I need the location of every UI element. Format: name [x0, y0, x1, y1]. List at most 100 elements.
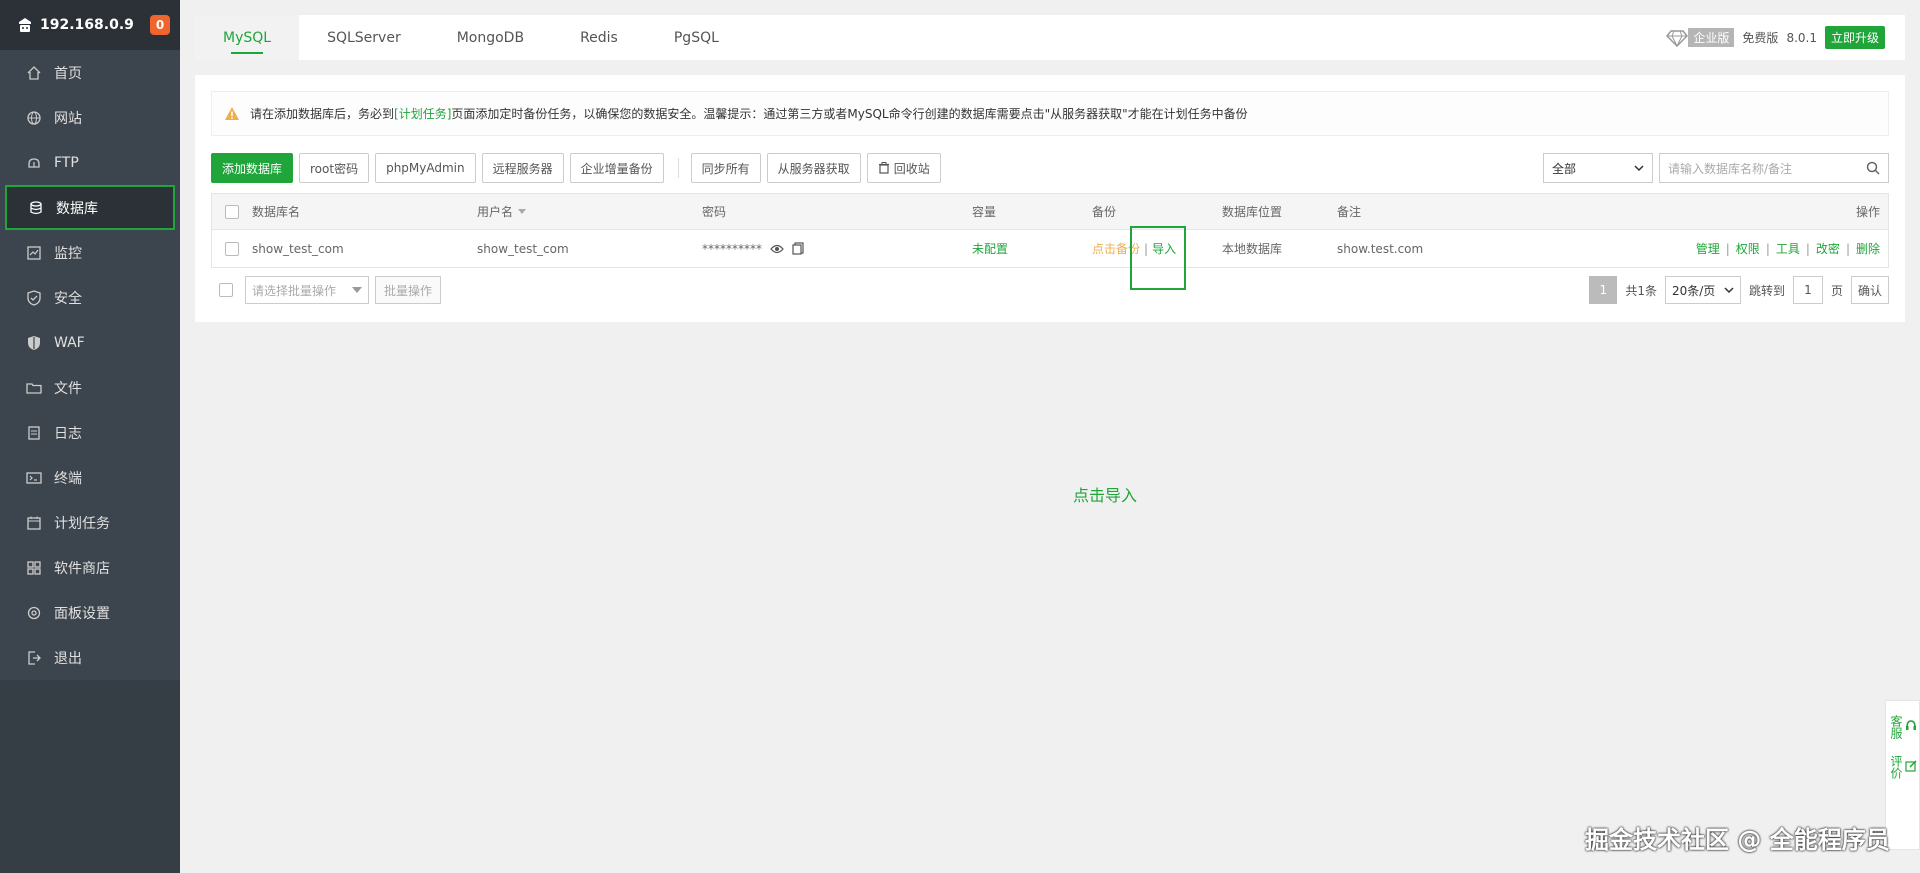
select-all-checkbox[interactable]: [225, 204, 239, 219]
row-username: show_test_com: [477, 241, 569, 256]
row-checkbox[interactable]: [225, 241, 239, 256]
ftp-icon: [26, 155, 42, 171]
edition-info: 企业版 免费版 8.0.1 立即升级: [1666, 26, 1905, 49]
sidebar-item-1[interactable]: 网站: [0, 95, 180, 140]
sidebar-item-10[interactable]: 计划任务: [0, 500, 180, 545]
toolbar-divider: [677, 158, 679, 178]
sidebar-item-3[interactable]: 数据库: [5, 185, 175, 230]
search-input[interactable]: 请输入数据库名称/备注: [1659, 153, 1889, 183]
sidebar-item-label: 网站: [54, 110, 82, 127]
import-link[interactable]: 导入: [1152, 240, 1176, 257]
sidebar-item-2[interactable]: FTP: [0, 140, 180, 185]
tools-link[interactable]: 工具: [1776, 240, 1800, 257]
sidebar-item-11[interactable]: 软件商店: [0, 545, 180, 590]
batch-operation-button[interactable]: 批量操作: [375, 276, 442, 304]
manage-link[interactable]: 管理: [1696, 240, 1720, 257]
backup-alert: 请在添加数据库后，务必到 [计划任务] 页面添加定时备份任务，以确保您的数据安全。温…: [211, 91, 1889, 136]
filter-select[interactable]: 全部: [1543, 153, 1653, 183]
row-capacity[interactable]: 未配置: [972, 240, 1092, 257]
sidebar-item-label: 数据库: [56, 200, 98, 217]
phpmyadmin-button[interactable]: phpMyAdmin: [375, 153, 476, 183]
sidebar-item-5[interactable]: 安全: [0, 275, 180, 320]
enterprise-badge[interactable]: 企业版: [1666, 28, 1735, 47]
page-number[interactable]: 1: [1589, 276, 1618, 304]
row-db-name[interactable]: show_test_com: [252, 242, 477, 256]
sort-icon[interactable]: [518, 209, 527, 214]
confirm-jump-button[interactable]: 确认: [1850, 276, 1889, 304]
warning-icon: [225, 106, 239, 120]
sidebar-item-13[interactable]: 退出: [0, 635, 180, 680]
headset-icon: [1906, 720, 1916, 730]
recycle-bin-label: 回收站: [893, 161, 930, 176]
remote-server-button[interactable]: 远程服务器: [481, 153, 564, 183]
table-header: 数据库名 用户名 密码 容量 备份 数据库位置 备注 操作: [212, 194, 1888, 230]
upgrade-button[interactable]: 立即升级: [1824, 26, 1885, 49]
database-panel: 请在添加数据库后，务必到 [计划任务] 页面添加定时备份任务，以确保您的数据安全。温…: [195, 75, 1905, 322]
sidebar-item-12[interactable]: 面板设置: [0, 590, 180, 635]
sidebar: 192.168.0.9 0 首页网站 FTP 数据库监控安全 WAF 文件日志终端计划任…: [0, 0, 180, 873]
header-ops: 操作: [1855, 205, 1880, 219]
folder-icon: [26, 380, 42, 396]
add-database-button[interactable]: 添加数据库: [211, 153, 294, 183]
per-page-value: 20条/页: [1671, 283, 1716, 298]
floating-sidebar: 客服 评价: [1885, 700, 1920, 850]
sidebar-item-9[interactable]: 终端: [0, 455, 180, 500]
sidebar-item-6[interactable]: WAF: [0, 320, 180, 365]
tab-redis[interactable]: Redis: [552, 15, 646, 60]
eye-icon[interactable]: [770, 244, 784, 254]
tab-mysql[interactable]: MySQL: [195, 15, 300, 60]
copy-icon[interactable]: [792, 242, 804, 255]
password-mask: **********: [702, 241, 762, 256]
tab-sqlserver[interactable]: SQLServer: [299, 15, 429, 60]
ops-separator: |: [1725, 241, 1730, 256]
sidebar-item-4[interactable]: 监控: [0, 230, 180, 275]
sidebar-item-0[interactable]: 首页: [0, 50, 180, 95]
server-ip[interactable]: 192.168.0.9: [40, 17, 150, 33]
customer-service-label: 客服: [1889, 715, 1903, 739]
header-note: 备注: [1337, 205, 1362, 219]
sidebar-item-label: 安全: [54, 290, 82, 307]
tab-pgsql[interactable]: PgSQL: [646, 15, 747, 60]
permission-link[interactable]: 权限: [1736, 240, 1760, 257]
monitor-icon: [26, 245, 42, 261]
tab-mongodb[interactable]: MongoDB: [429, 15, 552, 60]
database-table: 数据库名 用户名 密码 容量 备份 数据库位置 备注 操作 show_test_…: [211, 193, 1889, 290]
recycle-bin-button[interactable]: 回收站: [866, 153, 941, 183]
sidebar-menu: 首页网站 FTP 数据库监控安全 WAF 文件日志终端计划任务软件商店面板设置退出: [0, 50, 180, 680]
per-page-select[interactable]: 20条/页: [1664, 276, 1741, 304]
notification-badge[interactable]: 0: [150, 15, 170, 35]
row-backup: 点击备份 | 导入: [1092, 240, 1222, 257]
sidebar-item-label: 终端: [54, 470, 82, 487]
sidebar-item-8[interactable]: 日志: [0, 410, 180, 455]
fetch-from-server-button[interactable]: 从服务器获取: [766, 153, 861, 183]
sidebar-item-label: 软件商店: [54, 560, 110, 577]
sidebar-item-label: 退出: [54, 650, 82, 667]
review-button[interactable]: 评价: [1888, 755, 1917, 779]
toolbar: 添加数据库 root密码 phpMyAdmin 远程服务器 企业增量备份 同步所…: [211, 153, 1889, 183]
row-note[interactable]: show.test.com: [1337, 242, 1487, 256]
change-password-link[interactable]: 改密: [1816, 240, 1840, 257]
free-edition-label[interactable]: 免费版: [1742, 29, 1778, 46]
jump-page-input[interactable]: 1: [1792, 276, 1823, 304]
sidebar-item-label: 计划任务: [54, 515, 110, 532]
toolbar-right: 全部 请输入数据库名称/备注: [1543, 153, 1889, 183]
customer-service-button[interactable]: 客服: [1888, 715, 1917, 739]
table-row: show_test_com show_test_com ********** 未…: [212, 226, 1888, 290]
server-logo-icon: [19, 18, 31, 32]
header-username[interactable]: 用户名: [477, 203, 702, 220]
batch-operation-select[interactable]: 请选择批量操作: [245, 276, 369, 304]
enterprise-backup-button[interactable]: 企业增量备份: [569, 153, 664, 183]
sync-all-button[interactable]: 同步所有: [690, 153, 761, 183]
sidebar-item-label: 面板设置: [54, 605, 110, 622]
root-password-button[interactable]: root密码: [299, 153, 370, 183]
batch-select-checkbox[interactable]: [219, 283, 233, 297]
sidebar-item-label: FTP: [54, 154, 79, 171]
jump-to-label: 跳转到: [1748, 283, 1785, 298]
cron-task-link[interactable]: [计划任务]: [394, 105, 451, 122]
sidebar-item-7[interactable]: 文件: [0, 365, 180, 410]
delete-link[interactable]: 删除: [1856, 240, 1880, 257]
search-icon[interactable]: [1866, 161, 1880, 175]
store-icon: [26, 560, 42, 576]
sidebar-item-label: 文件: [54, 380, 82, 397]
backup-link[interactable]: 点击备份: [1092, 240, 1140, 257]
